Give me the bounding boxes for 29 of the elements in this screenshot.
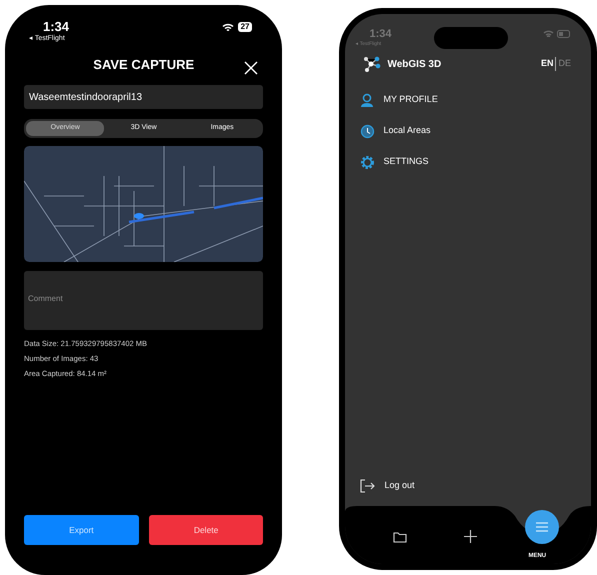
wifi-icon bbox=[222, 22, 234, 32]
gear-icon bbox=[360, 154, 376, 170]
logout-button[interactable]: Log out bbox=[360, 479, 414, 493]
status-time: 1:34 bbox=[368, 28, 392, 41]
language-option[interactable]: DE bbox=[555, 57, 573, 71]
clock-icon bbox=[360, 124, 376, 138]
status-time: 1:34 bbox=[42, 19, 70, 34]
add-button[interactable] bbox=[464, 530, 478, 543]
battery-icon bbox=[557, 30, 571, 38]
menu-item[interactable]: Local Areas bbox=[360, 123, 591, 139]
language-option[interactable]: EN bbox=[538, 57, 556, 71]
menu-icon bbox=[536, 522, 548, 532]
menu-item[interactable]: SETTINGS bbox=[360, 154, 591, 170]
molecule-logo-icon bbox=[362, 54, 382, 74]
wifi-icon bbox=[543, 30, 554, 38]
close-button[interactable] bbox=[244, 61, 258, 75]
plus-icon bbox=[464, 530, 478, 543]
folder-button[interactable] bbox=[393, 531, 408, 543]
menu-item[interactable]: MY PROFILE bbox=[360, 92, 591, 108]
person-icon bbox=[360, 92, 376, 108]
logout-icon bbox=[360, 479, 376, 493]
close-icon bbox=[244, 61, 258, 75]
app-name: WebGIS 3D bbox=[387, 58, 442, 72]
comment-field[interactable]: Comment bbox=[24, 271, 264, 330]
menu-button[interactable] bbox=[525, 510, 560, 544]
name-field[interactable]: Waseemtestindoorapril13 bbox=[24, 85, 264, 109]
screen-title: SAVE CAPTURE bbox=[93, 56, 194, 74]
folder-icon bbox=[393, 531, 408, 543]
battery-indicator: 27 bbox=[238, 22, 252, 32]
